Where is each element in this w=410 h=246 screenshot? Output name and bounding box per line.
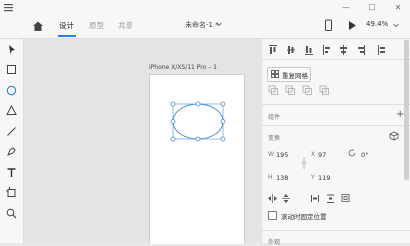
artboard-label[interactable]: iPhone X/XS/11 Pro – 1 <box>149 64 217 71</box>
tab-prototype[interactable]: 原型 <box>89 20 104 31</box>
play-icon[interactable] <box>347 20 357 31</box>
rectangle-tool-icon[interactable] <box>5 63 18 76</box>
components-label: 组件 <box>268 114 281 121</box>
y-label: Y <box>311 174 315 181</box>
chevron-down-icon[interactable] <box>216 22 222 27</box>
fix-position-checkbox[interactable] <box>268 211 277 220</box>
width-label: W <box>268 151 274 158</box>
chevron-down-icon[interactable] <box>393 23 399 28</box>
top-bar: 设计 原型 共享 未命名-1 * 49.4% <box>0 16 410 39</box>
width-input[interactable]: 195 <box>276 151 288 159</box>
home-icon[interactable] <box>32 20 44 32</box>
select-tool-icon[interactable] <box>5 43 18 56</box>
divider <box>261 104 410 105</box>
active-tab-indicator <box>58 35 76 37</box>
fix-position-label: 滚动时固定位置 <box>281 213 327 221</box>
height-label: H <box>268 174 273 181</box>
polygon-tool-icon[interactable] <box>5 104 18 117</box>
divider <box>261 59 410 60</box>
artboard[interactable] <box>149 74 245 244</box>
artboard-tool-icon[interactable] <box>5 186 18 199</box>
maximize-button[interactable]: ☐ <box>366 2 378 14</box>
align-toolbar[interactable] <box>268 44 404 56</box>
menu-icon[interactable] <box>3 2 14 13</box>
tab-design[interactable]: 设计 <box>59 20 74 31</box>
selected-ellipse[interactable] <box>168 101 228 143</box>
device-preview-icon[interactable] <box>324 19 333 32</box>
divider <box>261 230 410 231</box>
tab-share[interactable]: 共享 <box>118 20 133 31</box>
grid-icon <box>271 70 279 78</box>
lock-aspect-icon[interactable] <box>300 156 308 170</box>
ellipse-tool-icon[interactable] <box>5 84 18 97</box>
boolean-ops-toolbar[interactable] <box>268 85 332 96</box>
x-input[interactable]: 97 <box>318 151 326 159</box>
repeat-grid-button[interactable]: 重复网格 <box>267 67 311 82</box>
panel-scrollbar[interactable] <box>404 40 409 180</box>
title-bar: — ☐ ✕ <box>0 0 410 16</box>
repeat-grid-label: 重复网格 <box>282 72 308 80</box>
y-input[interactable]: 119 <box>318 174 330 182</box>
flip-distribute-toolbar[interactable] <box>267 193 357 204</box>
zoom-level[interactable]: 49.4% <box>366 20 388 28</box>
divider <box>261 125 410 126</box>
close-button[interactable]: ✕ <box>392 2 404 14</box>
pen-tool-icon[interactable] <box>5 145 18 158</box>
tools-toolbar <box>0 39 24 243</box>
minimize-button[interactable]: — <box>340 2 352 14</box>
height-input[interactable]: 138 <box>276 174 288 182</box>
rotation-input[interactable]: 0° <box>361 151 368 159</box>
zoom-tool-icon[interactable] <box>5 207 18 220</box>
rotate-icon <box>348 149 356 157</box>
responsive-resize-icon[interactable] <box>389 131 399 141</box>
document-title[interactable]: 未命名-1 * <box>185 20 219 30</box>
text-tool-icon[interactable] <box>5 166 18 179</box>
line-tool-icon[interactable] <box>5 125 18 138</box>
x-label: X <box>311 151 316 158</box>
transform-label: 变换 <box>268 135 281 142</box>
appearance-label: 外观 <box>268 239 281 246</box>
